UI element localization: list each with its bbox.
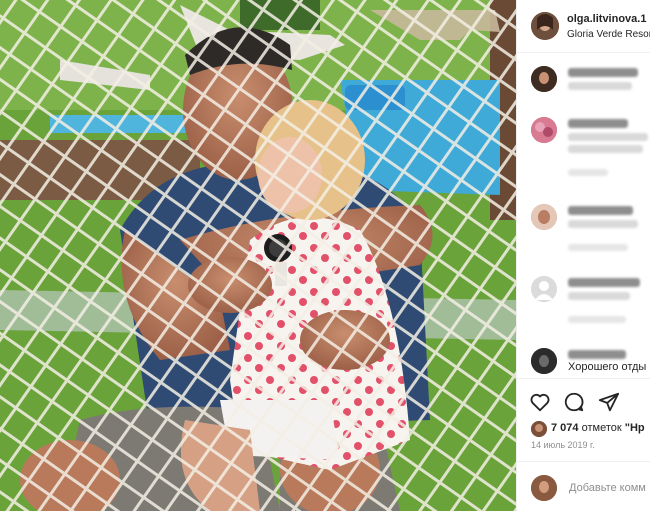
comment-text-blurred xyxy=(568,133,648,141)
post-header: olga.litvinova.1 Gloria Verde Resor xyxy=(517,0,650,53)
author-username[interactable]: olga.litvinova.1 xyxy=(567,13,646,25)
comment-username-blurred xyxy=(568,119,628,128)
comment-meta-blurred xyxy=(568,316,626,323)
likes-count: 7 074 xyxy=(551,422,579,434)
author-avatar[interactable] xyxy=(531,12,559,40)
comment-username-blurred xyxy=(568,68,638,77)
paper-plane-icon[interactable] xyxy=(598,391,620,413)
likes-count-text: 7 074 отметок "Нр xyxy=(551,422,645,434)
comment-username-blurred xyxy=(568,278,640,287)
comment-icon[interactable] xyxy=(563,391,585,413)
comment-text-blurred xyxy=(568,145,643,153)
current-user-avatar xyxy=(531,475,557,501)
likes-summary[interactable]: 7 074 отметок "Нр xyxy=(531,421,650,441)
commenter-avatar[interactable] xyxy=(531,276,557,302)
add-comment-input[interactable]: Добавьте комм xyxy=(569,482,646,494)
commenter-avatar[interactable] xyxy=(531,66,557,92)
commenter-avatar[interactable] xyxy=(531,117,557,143)
comment-text-blurred xyxy=(568,220,638,228)
heart-icon[interactable] xyxy=(529,391,551,413)
comment-text: Хорошего отды xyxy=(568,361,647,373)
comment-text-blurred xyxy=(568,292,630,300)
comment-meta-blurred xyxy=(568,244,628,251)
likes-suffix: "Нр xyxy=(624,422,645,434)
liker-avatar xyxy=(531,421,547,437)
comment-text-blurred xyxy=(568,82,632,90)
photo-image xyxy=(0,0,516,511)
post-location[interactable]: Gloria Verde Resor xyxy=(567,29,650,40)
likes-word: отметок xyxy=(581,422,622,434)
post-date: 14 июль 2019 г. xyxy=(531,440,595,450)
post-actions: 7 074 отметок "Нр 14 июль 2019 г. Добавь… xyxy=(517,378,650,511)
commenter-avatar[interactable] xyxy=(531,204,557,230)
commenter-avatar[interactable] xyxy=(531,348,557,374)
add-comment-bar: Добавьте комм xyxy=(517,461,650,510)
comment-username-blurred xyxy=(568,350,626,359)
comment-username-blurred xyxy=(568,206,633,215)
post-sidebar: olga.litvinova.1 Gloria Verde Resor Хоро… xyxy=(516,0,650,511)
post-photo[interactable] xyxy=(0,0,516,511)
comment-meta-blurred xyxy=(568,169,608,176)
